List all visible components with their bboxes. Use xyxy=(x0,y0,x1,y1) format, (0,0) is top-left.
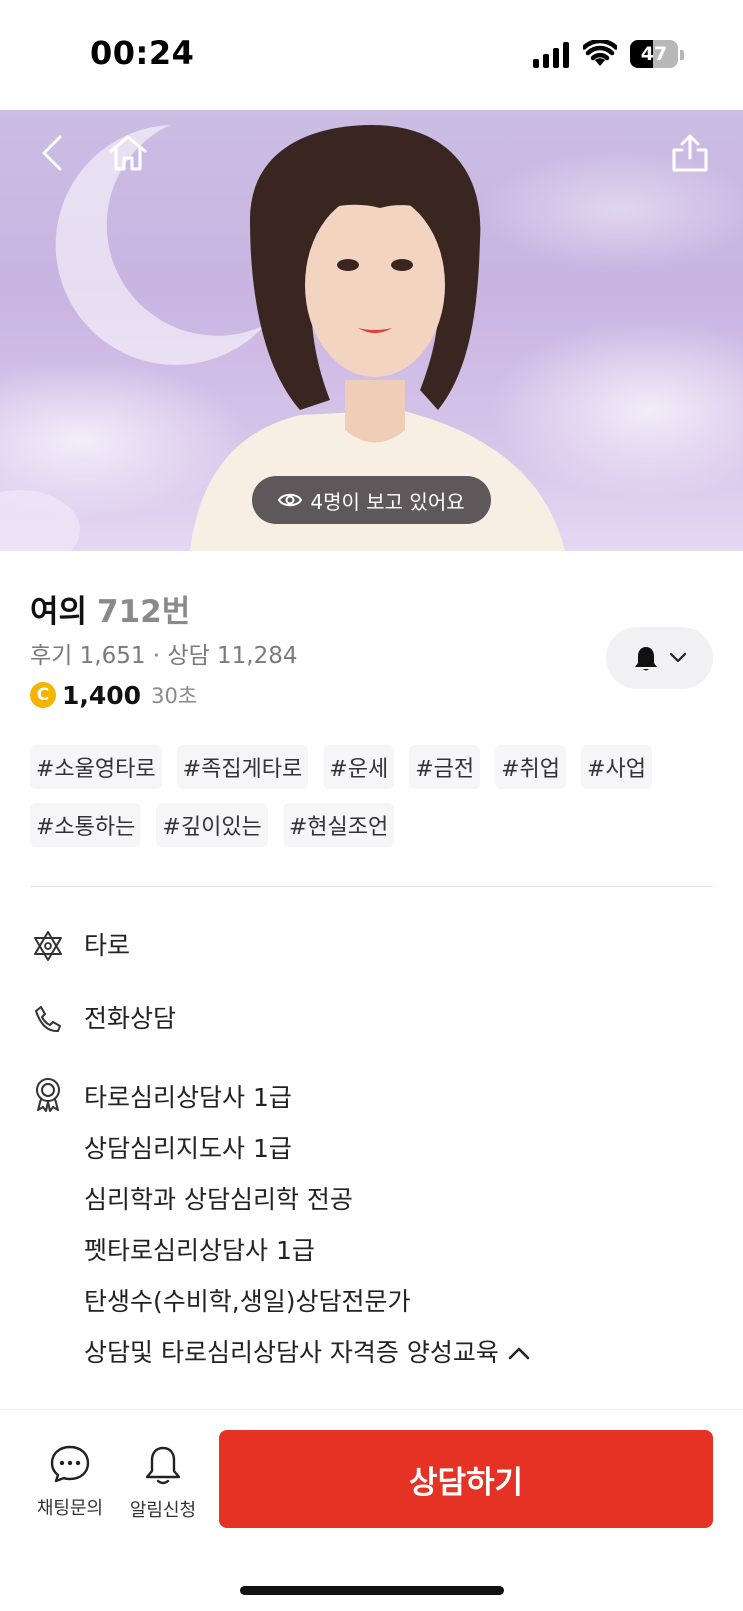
eye-icon xyxy=(278,493,303,507)
viewers-badge: 4명이 보고 있어요 xyxy=(252,476,491,524)
review-consult-stats: 후기 1,651 · 상담 11,284 xyxy=(30,643,298,669)
qualification-text: 타로심리상담사 1급 xyxy=(84,1083,292,1112)
section-divider xyxy=(30,886,713,887)
home-icon xyxy=(109,135,147,171)
hashtag-list: #소울영타로 #족집게타로 #운세 #금전 #취업 #사업 #소통하는 #깊이있는 #현실조언 xyxy=(30,745,720,847)
battery-level: 47 xyxy=(640,43,668,65)
category-label: 타로 xyxy=(84,931,131,960)
qualification-item: 상담심리지도사 1급 xyxy=(84,1123,531,1174)
chevron-down-icon xyxy=(669,652,686,663)
hashtag-chip[interactable]: #소울영타로 xyxy=(30,745,162,789)
collapse-toggle-button[interactable] xyxy=(507,1345,531,1361)
bell-outline-icon xyxy=(145,1446,181,1485)
viewers-text: 4명이 보고 있어요 xyxy=(310,489,465,514)
profile-hero-image: 4명이 보고 있어요 xyxy=(0,110,743,551)
qualification-text: 펫타로심리상담사 1급 xyxy=(84,1236,315,1265)
share-button[interactable] xyxy=(662,125,718,181)
hashtag-chip[interactable]: #금전 xyxy=(409,745,481,789)
wifi-icon xyxy=(583,40,617,66)
home-button[interactable] xyxy=(100,125,156,181)
alert-request-button[interactable]: 알림신청 xyxy=(118,1444,208,1522)
counselor-name-row: 여의 712번 xyxy=(30,586,190,631)
qualification-text: 심리학과 상담심리학 전공 xyxy=(84,1185,353,1214)
qualification-item: 타로심리상담사 1급 xyxy=(84,1072,531,1123)
counselor-name: 여의 xyxy=(30,594,88,630)
battery-icon: 47 xyxy=(630,40,678,68)
price-unit: 30초 xyxy=(151,684,198,708)
star-of-david-icon xyxy=(30,928,66,964)
qualification-text: 상담심리지도사 1급 xyxy=(84,1134,292,1163)
signal-icon xyxy=(533,42,569,68)
hashtag-chip[interactable]: #깊이있는 xyxy=(156,803,268,847)
back-button[interactable] xyxy=(24,125,80,181)
qualification-item: 상담및 타로심리상담사 자격증 양성교육 xyxy=(84,1327,531,1378)
price-value: 1,400 xyxy=(62,680,142,710)
qualification-item: 심리학과 상담심리학 전공 xyxy=(84,1174,531,1225)
chat-inquiry-button[interactable]: 채팅문의 xyxy=(25,1444,115,1520)
counselor-number: 712번 xyxy=(97,594,191,630)
chat-bubble-icon xyxy=(50,1445,90,1483)
hashtag-chip[interactable]: #취업 xyxy=(495,745,567,789)
phone-icon xyxy=(30,1001,66,1037)
home-indicator xyxy=(240,1586,504,1595)
consult-method-row: 전화상담 xyxy=(30,1001,176,1037)
share-icon xyxy=(672,134,708,172)
notification-toggle-button[interactable] xyxy=(606,627,713,689)
qualification-text: 탄생수(수비학,생일)상담전문가 xyxy=(84,1287,411,1316)
consult-button[interactable]: 상담하기 xyxy=(219,1430,713,1528)
status-time: 00:24 xyxy=(90,34,195,72)
qualifications-row xyxy=(30,1076,66,1112)
qualification-item: 탄생수(수비학,생일)상담전문가 xyxy=(84,1276,531,1327)
bell-icon xyxy=(634,647,657,671)
certificate-badge-icon xyxy=(30,1076,66,1112)
hashtag-chip[interactable]: #족집게타로 xyxy=(176,745,309,789)
status-bar: 00:24 47 xyxy=(0,0,743,110)
hashtag-chip[interactable]: #운세 xyxy=(323,745,395,789)
back-arrow-icon xyxy=(42,135,62,171)
hashtag-chip[interactable]: #현실조언 xyxy=(282,803,395,847)
hashtag-chip[interactable]: #소통하는 xyxy=(30,803,142,847)
alert-request-label: 알림신청 xyxy=(129,1500,197,1521)
qualification-list: 타로심리상담사 1급상담심리지도사 1급심리학과 상담심리학 전공펫타로심리상담… xyxy=(84,1072,531,1378)
bottom-action-bar: 채팅문의 알림신청 상담하기 xyxy=(0,1409,743,1611)
chevron-up-icon xyxy=(508,1347,530,1359)
qualification-text: 상담및 타로심리상담사 자격증 양성교육 xyxy=(84,1338,499,1367)
battery-tip xyxy=(680,50,684,60)
chat-inquiry-label: 채팅문의 xyxy=(36,1498,104,1519)
hashtag-chip[interactable]: #사업 xyxy=(581,745,652,789)
consult-method-label: 전화상담 xyxy=(84,1004,177,1033)
qualification-item: 펫타로심리상담사 1급 xyxy=(84,1225,531,1276)
coin-icon: C xyxy=(30,682,56,708)
price-row: C 1,400 30초 xyxy=(30,680,197,710)
category-row: 타로 xyxy=(30,928,130,964)
